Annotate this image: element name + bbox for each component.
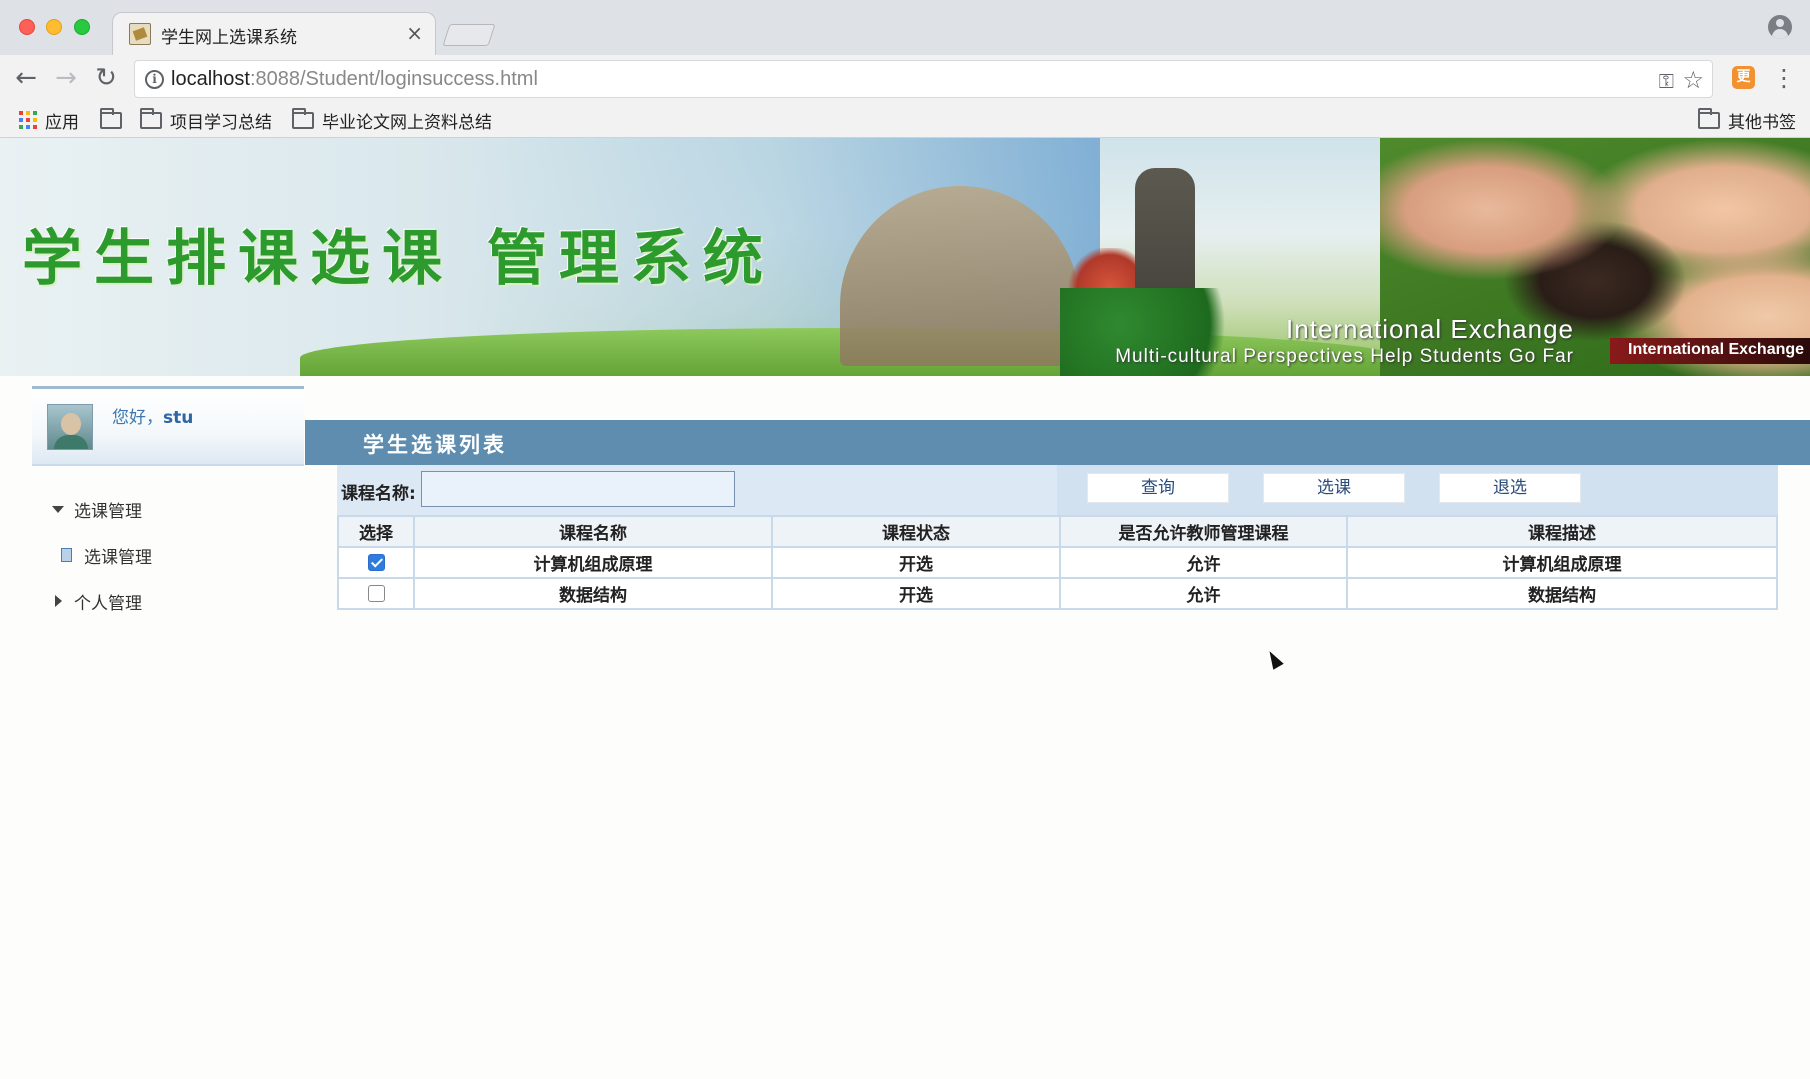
apps-grid-icon bbox=[19, 111, 37, 129]
table-row[interactable]: 计算机组成原理 开选 允许 计算机组成原理 bbox=[337, 546, 1778, 579]
banner-subtitle: International Exchange bbox=[1286, 314, 1574, 344]
tab-title: 学生网上选课系统 bbox=[161, 28, 297, 48]
sidebar-nav: 选课管理 选课管理 个人管理 bbox=[52, 486, 302, 624]
favicon-icon bbox=[129, 23, 151, 45]
expand-right-icon bbox=[55, 595, 62, 607]
url-text[interactable]: localhost:8088/Student/loginsuccess.html bbox=[171, 68, 538, 91]
address-bar[interactable]: i localhost:8088/Student/loginsuccess.ht… bbox=[134, 60, 1713, 98]
cell-status: 开选 bbox=[771, 546, 1061, 579]
sidebar-item-label: 选课管理 bbox=[74, 501, 142, 522]
bookmark-apps[interactable]: 应用 bbox=[19, 108, 79, 133]
cell-allow-teacher: 允许 bbox=[1059, 577, 1348, 610]
back-button[interactable]: ← bbox=[10, 63, 42, 95]
new-tab-button[interactable] bbox=[442, 24, 496, 46]
sidebar-item-course-management[interactable]: 选课管理 bbox=[52, 486, 302, 532]
folder-icon bbox=[292, 107, 314, 129]
user-greeting: 您好，stu bbox=[112, 408, 194, 428]
header-banner: 学生排课选课 管理系统 International Exchange Multi… bbox=[0, 138, 1810, 376]
col-header-status: 课程状态 bbox=[771, 515, 1061, 548]
sidebar-subitem-course-management[interactable]: 选课管理 bbox=[52, 532, 302, 578]
browser-tabstrip: 学生网上选课系统 × bbox=[0, 0, 1810, 55]
browser-tab-active[interactable]: 学生网上选课系统 × bbox=[112, 12, 436, 55]
sidebar-item-label: 选课管理 bbox=[84, 547, 152, 568]
avatar bbox=[47, 404, 93, 450]
sidebar-item-label: 个人管理 bbox=[74, 593, 142, 614]
bookmark-other[interactable]: 其他书签 bbox=[1698, 107, 1796, 133]
close-window-button[interactable] bbox=[19, 19, 35, 35]
banner-side-label: International Exchange bbox=[1610, 338, 1810, 364]
cell-course-name: 计算机组成原理 bbox=[413, 546, 773, 579]
col-header-select: 选择 bbox=[337, 515, 415, 548]
maximize-window-button[interactable] bbox=[74, 19, 90, 35]
withdraw-course-button[interactable]: 退选 bbox=[1439, 473, 1581, 503]
bookmark-label: 毕业论文网上资料总结 bbox=[322, 112, 492, 133]
folder-icon bbox=[1698, 107, 1720, 129]
bookmark-folder-thesis[interactable]: 毕业论文网上资料总结 bbox=[292, 107, 492, 133]
course-name-input[interactable] bbox=[421, 471, 735, 507]
col-header-allow-teacher: 是否允许教师管理课程 bbox=[1059, 515, 1348, 548]
cell-description: 计算机组成原理 bbox=[1346, 546, 1778, 579]
table-row[interactable]: 数据结构 开选 允许 数据结构 bbox=[337, 577, 1778, 610]
minimize-window-button[interactable] bbox=[46, 19, 62, 35]
search-label: 课程名称: bbox=[341, 484, 416, 504]
browser-toolbar: ← → ↻ i localhost:8088/Student/loginsucc… bbox=[0, 55, 1810, 103]
expand-down-icon bbox=[52, 505, 64, 513]
password-key-icon[interactable]: ⚿ bbox=[1659, 69, 1674, 93]
cell-course-name: 数据结构 bbox=[413, 577, 773, 610]
cell-status: 开选 bbox=[771, 577, 1061, 610]
forward-button[interactable]: → bbox=[50, 63, 82, 95]
site-info-icon[interactable]: i bbox=[145, 70, 164, 89]
search-bar: 课程名称: 查询 选课 退选 bbox=[337, 465, 1778, 515]
folder-icon bbox=[100, 107, 122, 129]
bookmark-star-icon[interactable]: ☆ bbox=[1682, 66, 1704, 94]
document-icon bbox=[61, 548, 72, 562]
bookmark-apps-label: 应用 bbox=[45, 112, 79, 133]
bookmark-folder-project[interactable]: 项目学习总结 bbox=[140, 107, 272, 133]
row-checkbox[interactable] bbox=[367, 585, 385, 602]
page-content: 学生排课选课 管理系统 International Exchange Multi… bbox=[0, 138, 1810, 1079]
user-panel: 您好，stu bbox=[32, 386, 304, 466]
tab-close-icon[interactable]: × bbox=[406, 21, 423, 45]
extension-icon[interactable]: 更 bbox=[1732, 66, 1755, 89]
banner-tagline: Multi-cultural Perspectives Help Student… bbox=[1115, 346, 1574, 367]
col-header-description: 课程描述 bbox=[1346, 515, 1778, 548]
banner-title: 学生排课选课 管理系统 bbox=[22, 224, 775, 294]
cell-allow-teacher: 允许 bbox=[1059, 546, 1348, 579]
profile-icon[interactable] bbox=[1768, 15, 1792, 39]
panel-title: 学生选课列表 bbox=[305, 420, 1810, 465]
browser-menu-icon[interactable]: ⋮ bbox=[1772, 63, 1796, 93]
bookmark-label: 项目学习总结 bbox=[170, 112, 272, 133]
query-button[interactable]: 查询 bbox=[1087, 473, 1229, 503]
table-header-row: 选择 课程名称 课程状态 是否允许教师管理课程 课程描述 bbox=[337, 515, 1778, 548]
row-checkbox[interactable] bbox=[367, 554, 385, 571]
bookmark-label: 其他书签 bbox=[1728, 112, 1796, 133]
bookmark-folder-unnamed[interactable] bbox=[100, 107, 130, 132]
mouse-cursor-icon bbox=[1264, 648, 1284, 670]
sidebar-item-personal-management[interactable]: 个人管理 bbox=[52, 578, 302, 624]
username: stu bbox=[163, 408, 194, 428]
reload-button[interactable]: ↻ bbox=[90, 63, 122, 95]
folder-icon bbox=[140, 107, 162, 129]
cell-description: 数据结构 bbox=[1346, 577, 1778, 610]
course-table: 选择 课程名称 课程状态 是否允许教师管理课程 课程描述 计算机组成原理 开选 … bbox=[337, 515, 1778, 610]
col-header-course-name: 课程名称 bbox=[413, 515, 773, 548]
select-course-button[interactable]: 选课 bbox=[1263, 473, 1405, 503]
bookmarks-bar: 应用 项目学习总结 毕业论文网上资料总结 其他书签 bbox=[0, 103, 1810, 138]
